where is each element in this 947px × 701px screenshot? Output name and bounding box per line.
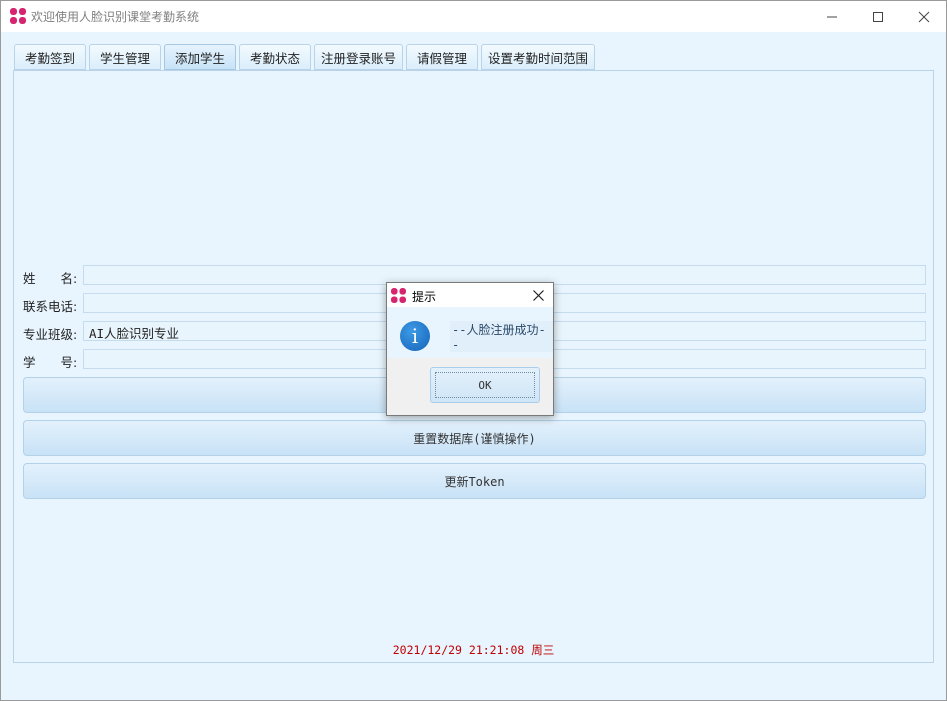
name-label: 姓 名: [23,271,78,286]
dialog-title-bar[interactable]: 提示 [387,283,553,307]
tab-register-account[interactable]: 注册登录账号 [314,44,403,70]
minimize-icon [827,16,837,17]
dialog-title: 提示 [412,290,437,304]
tab-attendance-status[interactable]: 考勤状态 [239,44,311,70]
student-id-label: 学 号: [23,355,78,370]
dialog-close-button[interactable] [527,285,549,305]
tab-student-management[interactable]: 学生管理 [89,44,161,70]
dialog-message: --人脸注册成功-- [450,321,553,352]
close-icon [532,289,544,301]
app-logo-icon [391,288,406,303]
update-token-button[interactable]: 更新Token [23,463,926,499]
phone-label: 联系电话: [23,299,78,314]
main-window: 欢迎使用人脸识别课堂考勤系统 考勤签到 学生管理 添加学生 考勤状态 注册登录账… [0,0,947,701]
reset-database-button[interactable]: 重置数据库(谨慎操作) [23,420,926,456]
tab-leave-management[interactable]: 请假管理 [406,44,478,70]
maximize-icon [873,11,883,22]
tab-attendance-checkin[interactable]: 考勤签到 [14,44,86,70]
app-logo-icon [10,8,26,24]
message-dialog: 提示 i --人脸注册成功-- OK [386,282,554,416]
maximize-button[interactable] [855,1,901,32]
title-bar[interactable]: 欢迎使用人脸识别课堂考勤系统 [1,1,946,32]
minimize-button[interactable] [809,1,855,32]
class-label: 专业班级: [23,327,78,342]
ok-button[interactable]: OK [430,367,540,403]
tab-attendance-time-range[interactable]: 设置考勤时间范围 [481,44,595,70]
close-icon [918,11,930,22]
dialog-footer: OK [387,358,553,415]
focus-rectangle [435,372,535,398]
dialog-body: i --人脸注册成功-- [387,307,553,358]
info-icon: i [400,321,430,351]
status-datetime: 2021/12/29 21:21:08 周三 [392,643,555,657]
tab-add-student[interactable]: 添加学生 [164,44,236,70]
window-title: 欢迎使用人脸识别课堂考勤系统 [31,10,200,24]
close-button[interactable] [901,1,947,32]
